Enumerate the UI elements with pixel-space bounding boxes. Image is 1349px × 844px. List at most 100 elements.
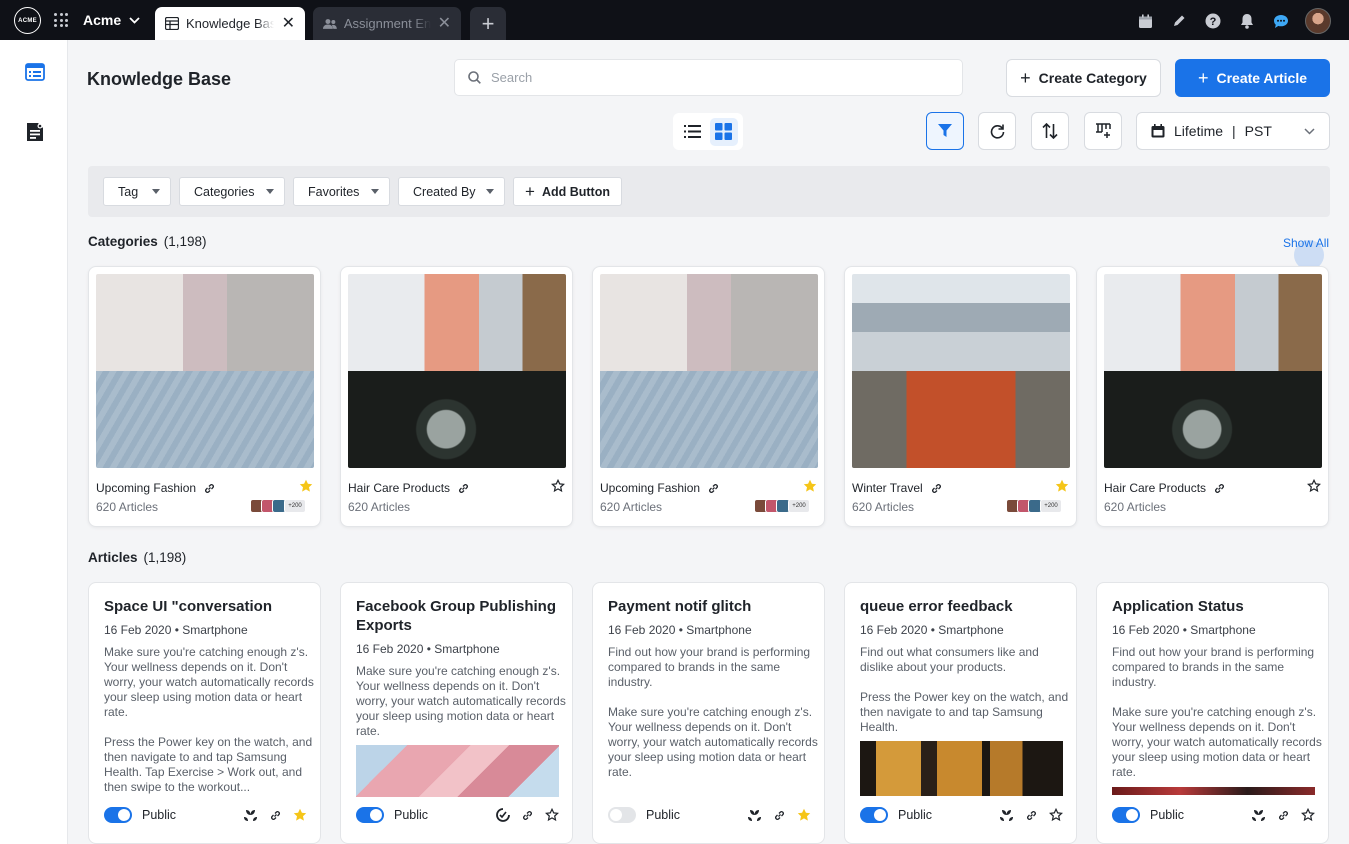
tab-knowledge-base[interactable]: Knowledge Base ✕: [155, 7, 305, 40]
article-card[interactable]: Facebook Group Publishing Exports 16 Feb…: [340, 582, 573, 844]
list-icon: [684, 125, 701, 138]
bell-icon[interactable]: [1237, 11, 1257, 31]
category-card[interactable]: Winter Travel 620 Articles +200: [844, 266, 1077, 527]
article-card[interactable]: Payment notif glitch 16 Feb 2020 • Smart…: [592, 582, 825, 844]
article-title: queue error feedback: [860, 598, 1013, 615]
link-icon[interactable]: [1214, 483, 1225, 494]
category-title: Upcoming Fashion: [96, 481, 215, 495]
category-card[interactable]: Hair Care Products 620 Articles: [1096, 266, 1329, 527]
article-card[interactable]: Space UI "conversation 16 Feb 2020 • Sma…: [88, 582, 321, 844]
visibility-label: Public: [1150, 808, 1185, 822]
category-card[interactable]: Upcoming Fashion 620 Articles +200: [88, 266, 321, 527]
star-outline-icon[interactable]: [1307, 479, 1321, 493]
article-card[interactable]: Application Status 16 Feb 2020 • Smartph…: [1096, 582, 1329, 844]
sprout-icon[interactable]: [747, 809, 762, 822]
categories-filter[interactable]: Categories: [179, 177, 285, 206]
star-outline-icon[interactable]: [1049, 808, 1063, 822]
tab-label: Knowledge Base: [186, 16, 274, 31]
progress-icon[interactable]: [496, 808, 510, 822]
favorites-filter[interactable]: Favorites: [293, 177, 390, 206]
article-body: Make sure you're catching enough z's. Yo…: [356, 664, 568, 754]
star-outline-icon[interactable]: [1301, 808, 1315, 822]
article-image: [356, 745, 559, 797]
caret-down-icon: [266, 189, 274, 194]
star-filled-icon[interactable]: [299, 479, 313, 493]
add-tab-button[interactable]: +: [470, 7, 506, 40]
add-button[interactable]: + Add Button: [513, 177, 622, 206]
acme-logo[interactable]: ACME: [14, 7, 41, 34]
link-icon[interactable]: [708, 483, 719, 494]
filter-label: Created By: [413, 184, 476, 199]
link-icon[interactable]: [204, 483, 215, 494]
articles-count: (1,198): [143, 550, 187, 565]
chat-icon[interactable]: [1271, 11, 1291, 31]
pencil-icon[interactable]: [1169, 11, 1189, 31]
sprout-icon[interactable]: [243, 809, 258, 822]
close-icon[interactable]: ✕: [282, 15, 295, 32]
category-card[interactable]: Upcoming Fashion 620 Articles +200: [592, 266, 825, 527]
add-button-label: Add Button: [541, 184, 610, 199]
article-footer: Public: [1112, 807, 1315, 823]
create-category-label: Create Category: [1038, 70, 1147, 86]
created-by-filter[interactable]: Created By: [398, 177, 505, 206]
filter-label: Categories: [194, 184, 255, 199]
show-all-link[interactable]: Show All: [1283, 236, 1329, 250]
article-card[interactable]: queue error feedback 16 Feb 2020 • Smart…: [844, 582, 1077, 844]
calendar-icon: [1151, 124, 1165, 138]
category-name: Upcoming Fashion: [96, 481, 197, 495]
visibility-label: Public: [394, 808, 429, 822]
tag-filter[interactable]: Tag: [103, 177, 171, 206]
star-outline-icon[interactable]: [551, 479, 565, 493]
filter-button[interactable]: [926, 112, 964, 150]
user-avatar[interactable]: [1305, 8, 1331, 34]
link-icon[interactable]: [522, 810, 533, 821]
more-contributors-badge: +200: [284, 499, 306, 513]
public-toggle[interactable]: [608, 807, 636, 823]
sprout-icon[interactable]: [1251, 809, 1266, 822]
contributor-avatars: +200: [754, 499, 810, 513]
link-icon[interactable]: [774, 810, 785, 821]
article-body: Find out how your brand is performing co…: [608, 645, 820, 795]
star-filled-icon[interactable]: [1055, 479, 1069, 493]
link-icon[interactable]: [1026, 810, 1037, 821]
article-meta: 16 Feb 2020 • Smartphone: [608, 623, 752, 637]
close-icon[interactable]: ✕: [438, 15, 451, 32]
org-switcher[interactable]: Acme: [83, 12, 140, 28]
public-toggle[interactable]: [1112, 807, 1140, 823]
grid-view-button[interactable]: [709, 117, 738, 146]
link-icon[interactable]: [1278, 810, 1289, 821]
search-bar[interactable]: [454, 59, 963, 96]
refresh-icon: [990, 124, 1004, 139]
app-launcher-icon[interactable]: [54, 13, 68, 27]
knowledge-base-nav-icon[interactable]: [24, 61, 46, 83]
public-toggle[interactable]: [860, 807, 888, 823]
sprout-icon[interactable]: [999, 809, 1014, 822]
left-sidebar: [0, 40, 68, 844]
help-icon[interactable]: ?: [1203, 11, 1223, 31]
date-range-select[interactable]: Lifetime | PST: [1136, 112, 1330, 150]
create-category-button[interactable]: + Create Category: [1006, 59, 1161, 97]
columns-button[interactable]: [1084, 112, 1122, 150]
article-nav-icon[interactable]: [24, 121, 46, 143]
refresh-button[interactable]: [978, 112, 1016, 150]
star-filled-icon[interactable]: [797, 808, 811, 822]
link-icon[interactable]: [458, 483, 469, 494]
calendar-icon[interactable]: [1135, 11, 1155, 31]
public-toggle[interactable]: [356, 807, 384, 823]
search-input[interactable]: [491, 70, 891, 85]
category-card[interactable]: Hair Care Products 620 Articles: [340, 266, 573, 527]
more-contributors-badge: +200: [788, 499, 810, 513]
view-toggle: [673, 113, 743, 150]
star-filled-icon[interactable]: [803, 479, 817, 493]
public-toggle[interactable]: [104, 807, 132, 823]
sort-button[interactable]: [1031, 112, 1069, 150]
category-title: Winter Travel: [852, 481, 942, 495]
tab-assignment-engine[interactable]: Assignment Engine ✕: [313, 7, 461, 40]
create-article-button[interactable]: + Create Article: [1175, 59, 1330, 97]
article-title: Payment notif glitch: [608, 598, 752, 615]
link-icon[interactable]: [270, 810, 281, 821]
star-filled-icon[interactable]: [293, 808, 307, 822]
link-icon[interactable]: [931, 483, 942, 494]
star-outline-icon[interactable]: [545, 808, 559, 822]
list-view-button[interactable]: [679, 118, 707, 146]
